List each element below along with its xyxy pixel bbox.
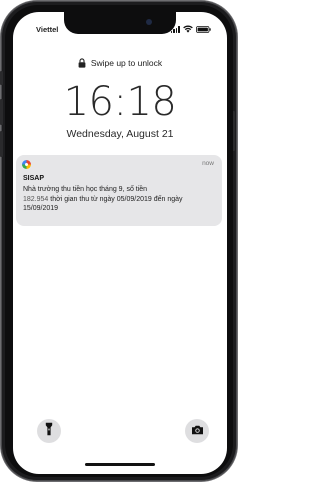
unlock-hint[interactable]: Swipe up to unlock <box>13 58 227 68</box>
mute-switch <box>0 71 3 85</box>
notification-amount: 182.954 <box>23 195 49 203</box>
volume-up-button <box>0 99 3 125</box>
volume-down-button <box>0 131 3 157</box>
lock-screen: Viettel Swipe up to unlock 16:18 Wednesd… <box>13 12 227 474</box>
notification-body-text: Nhà trường thu tiền học tháng 9, số tiền <box>23 186 148 193</box>
clock-date: Wednesday, August 21 <box>66 128 174 140</box>
phone-frame: Viettel Swipe up to unlock 16:18 Wednesd… <box>0 1 237 481</box>
camera-button[interactable] <box>185 419 209 443</box>
battery-icon <box>196 26 211 33</box>
carrier-name: Viettel <box>36 25 59 34</box>
status-bar: Viettel <box>13 12 227 36</box>
notification-time: now <box>202 160 214 167</box>
camera-icon <box>191 422 204 440</box>
flashlight-icon <box>45 422 53 441</box>
notification-title: SISAP <box>23 175 45 182</box>
signal-icon <box>170 26 180 33</box>
unlock-text: Swipe up to unlock <box>90 58 163 68</box>
wifi-icon <box>183 25 193 33</box>
notification-body: Nhà trường thu tiền học tháng 9, số tiền… <box>23 185 219 214</box>
home-indicator[interactable] <box>85 463 155 466</box>
clock-time: 16:18 <box>63 79 177 125</box>
lock-icon <box>78 58 86 68</box>
flashlight-button[interactable] <box>37 419 61 443</box>
app-logo-icon <box>22 160 31 169</box>
status-icons <box>170 25 211 33</box>
notification-card[interactable]: now SISAP Nhà trường thu tiền học tháng … <box>16 155 222 226</box>
